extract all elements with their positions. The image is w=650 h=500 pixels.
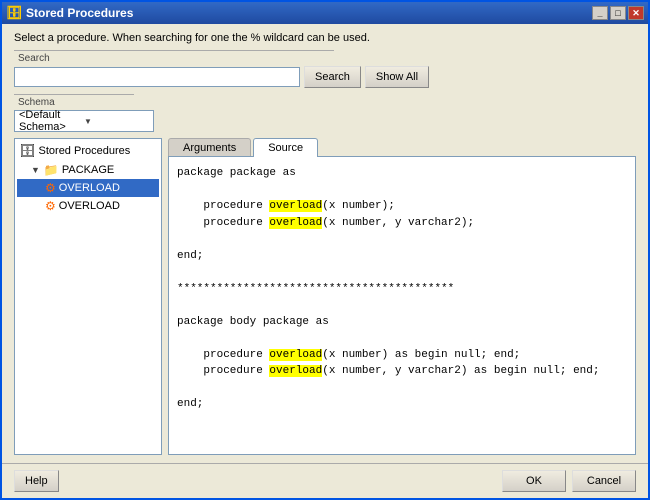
ok-button[interactable]: OK [502,470,566,492]
source-code-area: package package as procedure overload(x … [168,156,636,455]
tree-root-label: Stored Procedures [39,145,131,157]
schema-value: <Default Schema> [19,109,84,133]
highlight-overload-2: overload [269,217,322,229]
code-line-1: package package as [177,165,627,182]
schema-dropdown[interactable]: <Default Schema> ▼ [14,110,154,132]
tree-item-overload-selected[interactable]: ⚙ OVERLOAD [17,179,159,197]
tree-package-label: PACKAGE [62,164,114,176]
footer-buttons: OK Cancel [502,470,636,492]
tree-panel: 🗄 Stored Procedures ▼ 📁 PACKAGE ⚙ OVERLO… [14,138,162,455]
window-title: Stored Procedures [26,6,592,20]
footer-left: Help [14,470,502,492]
show-all-button[interactable]: Show All [365,66,429,88]
help-button[interactable]: Help [14,470,59,492]
tree-item-overload-2[interactable]: ⚙ OVERLOAD [17,197,159,215]
dialog-content: Select a procedure. When searching for o… [2,24,648,463]
code-line-11 [177,330,627,347]
tree-item-package[interactable]: ▼ 📁 PACKAGE [17,161,159,179]
cancel-button[interactable]: Cancel [572,470,636,492]
code-line-10: package body package as [177,314,627,331]
footer: Help OK Cancel [2,463,648,498]
code-line-12: procedure overload(x number) as begin nu… [177,347,627,364]
minimize-button[interactable]: _ [592,6,608,20]
code-line-8: ****************************************… [177,281,627,298]
schema-label: Schema [14,94,134,108]
search-section: Search Search Show All [14,50,636,88]
right-panel: Arguments Source package package as proc… [168,138,636,455]
close-button[interactable]: ✕ [628,6,644,20]
maximize-button[interactable]: □ [610,6,626,20]
code-line-6: end; [177,248,627,265]
database-icon: 🗄 [19,143,36,159]
search-button[interactable]: Search [304,66,361,88]
search-row: Search Show All [14,66,636,88]
tree-overload-2-label: OVERLOAD [59,200,120,212]
proc-icon-2: ⚙ [45,199,56,213]
folder-icon: 📁 [44,163,59,177]
window-icon: 🗄 [6,5,22,21]
highlight-overload-1: overload [269,200,322,212]
proc-icon-1: ⚙ [45,181,56,195]
tree-overload-selected-label: OVERLOAD [59,182,120,194]
schema-section: Schema <Default Schema> ▼ [14,94,636,132]
code-line-5 [177,231,627,248]
expand-icon: ▼ [31,165,40,175]
code-line-7 [177,264,627,281]
code-line-2 [177,182,627,199]
code-line-15: end; [177,396,627,413]
tab-arguments[interactable]: Arguments [168,138,251,157]
description-text: Select a procedure. When searching for o… [14,32,636,44]
title-bar: 🗄 Stored Procedures _ □ ✕ [2,2,648,24]
highlight-overload-4: overload [269,365,322,377]
tabs: Arguments Source [168,138,636,157]
highlight-overload-3: overload [269,349,322,361]
code-line-3: procedure overload(x number); [177,198,627,215]
main-area: 🗄 Stored Procedures ▼ 📁 PACKAGE ⚙ OVERLO… [14,138,636,455]
title-bar-buttons: _ □ ✕ [592,6,644,20]
tree-root-item[interactable]: 🗄 Stored Procedures [17,141,159,161]
tab-source[interactable]: Source [253,138,318,157]
code-line-9 [177,297,627,314]
search-input[interactable] [14,67,300,87]
code-line-4: procedure overload(x number, y varchar2)… [177,215,627,232]
code-line-14 [177,380,627,397]
search-label: Search [14,50,334,64]
stored-procedures-window: 🗄 Stored Procedures _ □ ✕ Select a proce… [0,0,650,500]
chevron-down-icon: ▼ [84,117,149,126]
code-line-13: procedure overload(x number, y varchar2)… [177,363,627,380]
